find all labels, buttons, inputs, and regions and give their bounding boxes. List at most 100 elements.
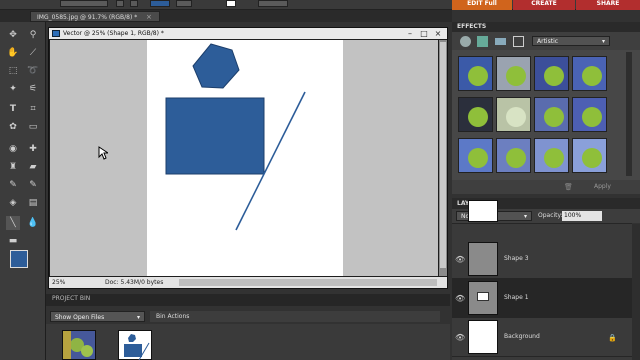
effect-thumbnail[interactable]	[534, 97, 569, 132]
brush-icon[interactable]: ✎	[6, 178, 20, 192]
effect-thumbnail[interactable]	[534, 138, 569, 173]
close-icon[interactable]: ×	[146, 13, 154, 21]
photoshop-elements-window: EDIT Full CREATE SHARE IMG_0585.jpg @ 91…	[0, 0, 640, 360]
effect-thumbnail[interactable]	[458, 56, 493, 91]
rectangle-shape[interactable]	[165, 97, 265, 175]
hand-icon[interactable]: ✥	[6, 28, 20, 42]
gradient-icon[interactable]: ▤	[26, 196, 40, 210]
type-icon[interactable]: T	[6, 102, 20, 116]
eraser-icon[interactable]: ▰	[26, 160, 40, 174]
effect-thumbnail[interactable]	[572, 56, 607, 91]
color-swatch-option[interactable]	[150, 0, 170, 7]
document-window: Vector @ 25% (Shape 1, RGB/8) * – □ × 25…	[48, 27, 448, 289]
apple-preview-graphic	[506, 66, 526, 86]
zoom-icon[interactable]: ⚲	[26, 28, 40, 42]
effects-panel-header[interactable]: EFFECTS	[452, 22, 640, 32]
share-button[interactable]: SHARE	[576, 0, 640, 10]
eye-icon[interactable]: 👁	[455, 255, 465, 265]
close-window-icon[interactable]: ×	[433, 28, 443, 39]
eye-icon[interactable]: 👁	[455, 294, 465, 304]
bin-actions-menu[interactable]: Bin Actions	[150, 311, 440, 322]
effect-thumbnail[interactable]	[496, 56, 531, 91]
bin-actions-label: Bin Actions	[156, 313, 190, 320]
document-canvas[interactable]	[147, 40, 343, 276]
effect-thumbnail[interactable]	[458, 138, 493, 173]
chevron-down-icon: ▾	[601, 38, 605, 45]
vertical-scroll-thumb[interactable]	[440, 42, 446, 268]
option-toggle-2[interactable]	[130, 0, 138, 7]
red-eye-icon[interactable]: ◉	[6, 142, 20, 156]
blur-icon[interactable]: 💧	[26, 216, 40, 230]
vertical-scrollbar[interactable]	[439, 40, 447, 276]
effect-thumbnail[interactable]	[496, 97, 531, 132]
create-button[interactable]: CREATE	[513, 0, 575, 10]
style-picker[interactable]	[226, 0, 236, 7]
layer-row-shape-3[interactable]: 👁 Shape 3	[452, 240, 632, 279]
project-bin-header[interactable]: PROJECT BIN	[46, 294, 450, 306]
maximize-icon[interactable]: □	[419, 28, 429, 39]
layer-row-partial[interactable]	[452, 200, 632, 224]
move-icon[interactable]: ✋	[6, 46, 20, 60]
smart-brush-icon[interactable]: ✎	[26, 178, 40, 192]
zoom-level[interactable]: 25%	[52, 277, 65, 288]
marquee-icon[interactable]: ⬚	[6, 64, 20, 78]
options-dropdown[interactable]	[60, 0, 108, 7]
apply-button[interactable]: Apply	[594, 183, 611, 190]
healing-brush-icon[interactable]: ✚	[26, 142, 40, 156]
all-effects-icon[interactable]	[513, 36, 524, 47]
canvas-area[interactable]	[50, 40, 438, 276]
foreground-color-swatch[interactable]	[10, 250, 28, 268]
effect-thumbnail[interactable]	[496, 138, 531, 173]
effects-scrollbar[interactable]	[626, 52, 632, 176]
layer-styles-icon[interactable]	[477, 36, 488, 47]
eye-icon[interactable]: 👁	[455, 333, 465, 343]
simplify-button[interactable]	[258, 0, 288, 7]
selection-brush-icon[interactable]: ⚟	[26, 82, 40, 96]
show-open-files-dropdown[interactable]: Show Open Files ▾	[50, 311, 145, 322]
minimize-icon[interactable]: –	[405, 28, 415, 39]
filter-category-select[interactable]: Artistic ▾	[532, 36, 610, 46]
tab-img-0585[interactable]: IMG_0585.jpg @ 91.7% (RGB/8) *	[30, 11, 160, 22]
paint-bucket-icon[interactable]: ◈	[6, 196, 20, 210]
cookie-cutter-icon[interactable]: ✿	[6, 120, 20, 134]
apple-preview-graphic	[582, 107, 602, 127]
lock-icon: 🔒	[608, 334, 617, 342]
trash-icon[interactable]: 🗑	[564, 183, 573, 191]
vector-shapes	[165, 43, 306, 231]
horizontal-scrollbar[interactable]	[179, 279, 437, 286]
effect-thumbnail[interactable]	[534, 56, 569, 91]
apple-preview-graphic	[544, 148, 564, 168]
document-title: Vector @ 25% (Shape 1, RGB/8) *	[49, 28, 447, 39]
project-bin-body	[46, 324, 450, 360]
document-icon	[52, 30, 60, 37]
layer-row-background[interactable]: 👁 Background	[452, 318, 632, 357]
apple-preview-graphic	[468, 66, 488, 86]
chevron-down-icon: ▾	[136, 314, 140, 321]
edit-full-button[interactable]: EDIT Full	[452, 0, 512, 10]
clone-stamp-icon[interactable]: ♜	[6, 160, 20, 174]
photo-effects-icon[interactable]	[495, 38, 506, 45]
layer-row-shape-1[interactable]: 👁 Shape 1	[452, 279, 632, 318]
apple-preview-graphic	[544, 107, 564, 127]
layers-scrollbar[interactable]	[632, 224, 640, 360]
straighten-icon[interactable]: ▭	[26, 120, 40, 134]
eyedropper-icon[interactable]: ⟋	[26, 46, 40, 60]
sponge-icon[interactable]: ▬	[6, 234, 20, 248]
line-icon[interactable]: ╲	[6, 216, 20, 230]
bin-thumbnail-vector[interactable]	[118, 330, 152, 360]
effects-grid	[452, 50, 640, 180]
bin-thumbnail-img-0585[interactable]	[62, 330, 96, 360]
filters-icon[interactable]	[460, 36, 471, 47]
apple-preview-graphic	[544, 66, 564, 86]
effect-thumbnail[interactable]	[458, 97, 493, 132]
lasso-icon[interactable]: ➰	[26, 64, 40, 78]
effect-thumbnail[interactable]	[572, 138, 607, 173]
apple-preview-graphic	[582, 148, 602, 168]
style-option[interactable]	[176, 0, 192, 7]
hexagon-shape[interactable]	[192, 43, 240, 89]
apple-preview-graphic	[468, 107, 488, 127]
magic-wand-icon[interactable]: ✦	[6, 82, 20, 96]
option-toggle-1[interactable]	[116, 0, 124, 7]
effect-thumbnail[interactable]	[572, 97, 607, 132]
crop-icon[interactable]: ⌗	[26, 102, 40, 116]
